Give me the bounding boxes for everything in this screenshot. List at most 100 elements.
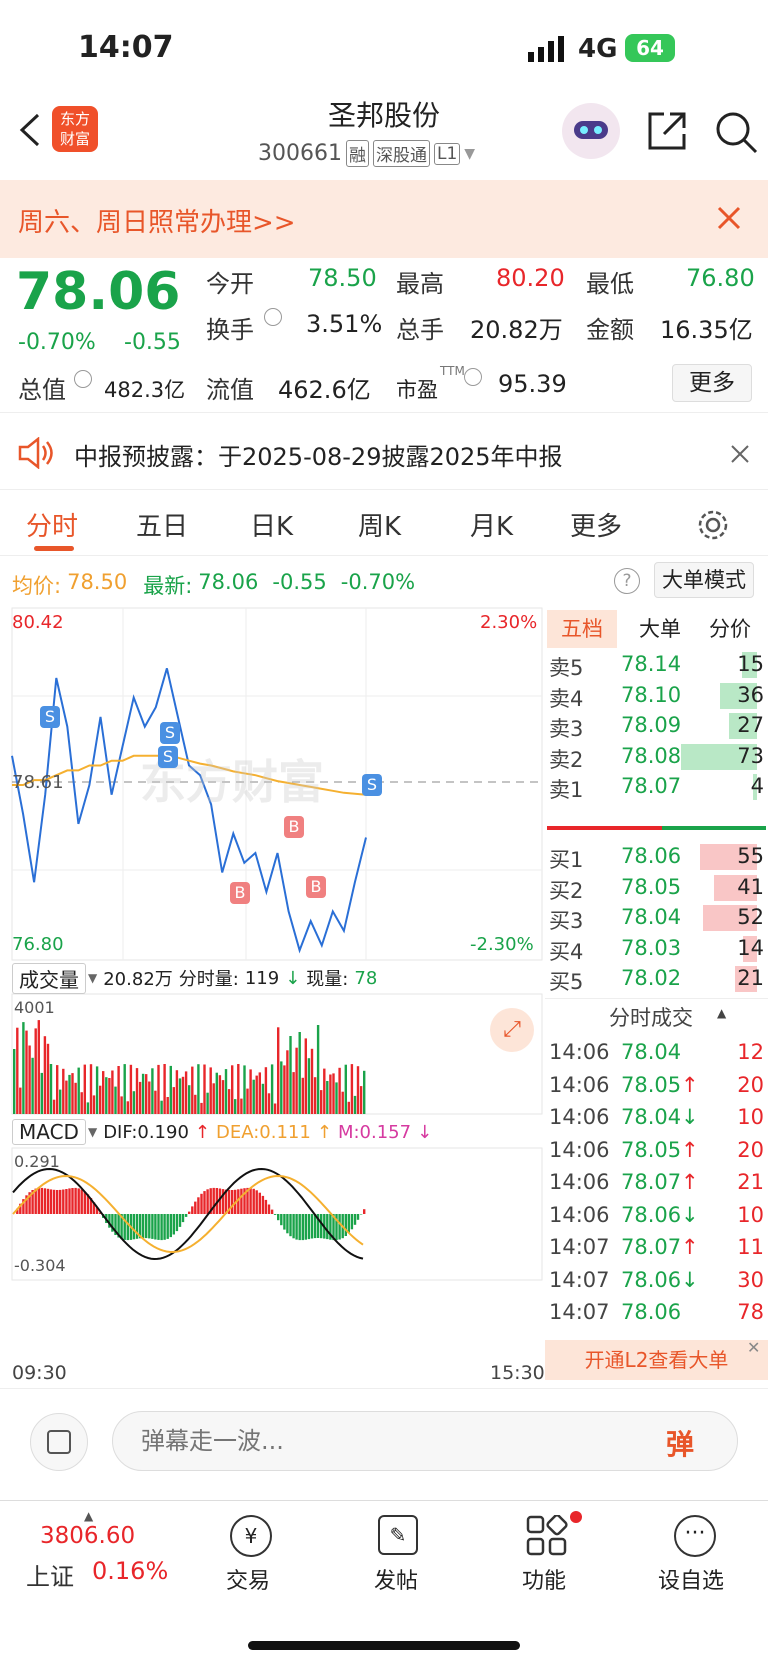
volume-bar bbox=[43, 1036, 47, 1114]
more-button[interactable]: 更多 bbox=[672, 364, 752, 402]
nav-trade[interactable]: 交易 bbox=[226, 1563, 270, 1595]
help-icon[interactable]: ? bbox=[614, 568, 640, 594]
trade-icon[interactable]: ¥ bbox=[230, 1515, 272, 1557]
close-icon[interactable] bbox=[731, 445, 749, 463]
level-label: 买5 bbox=[549, 970, 584, 994]
nav-post[interactable]: 发帖 bbox=[374, 1563, 418, 1595]
info-icon[interactable] bbox=[464, 368, 482, 386]
tab-five-day[interactable]: 五日 bbox=[136, 506, 188, 543]
volume-bar bbox=[123, 1064, 126, 1114]
volume-bar bbox=[338, 1067, 341, 1114]
volume-bar bbox=[34, 1028, 37, 1114]
volume-bar bbox=[138, 1081, 142, 1114]
macd-bar bbox=[83, 1191, 86, 1214]
level-price: 78.06 bbox=[621, 844, 682, 868]
pe-sup: TTM bbox=[440, 364, 465, 378]
danmu-settings-icon[interactable] bbox=[30, 1413, 88, 1471]
big-order-mode-button[interactable]: 大单模式 bbox=[654, 562, 754, 598]
volume-bar bbox=[188, 1085, 191, 1114]
info-icon[interactable] bbox=[74, 370, 92, 388]
macd-bar bbox=[40, 1187, 43, 1214]
promo-banner[interactable]: 周六、周日照常办理>> bbox=[0, 180, 768, 258]
close-icon[interactable]: ✕ bbox=[747, 1338, 760, 1357]
volume-bar bbox=[114, 1086, 117, 1114]
buy-marker[interactable]: B bbox=[284, 816, 304, 838]
chevron-down-icon[interactable]: ▼ bbox=[88, 1125, 97, 1139]
l2-upgrade-button[interactable]: 开通L2查看大单 bbox=[545, 1340, 768, 1380]
macd-bar bbox=[280, 1214, 283, 1226]
volume-bar bbox=[65, 1080, 68, 1114]
macd-bar bbox=[298, 1214, 301, 1241]
index-pct[interactable]: 0.16% bbox=[92, 1557, 168, 1585]
volume-bar bbox=[92, 1095, 96, 1114]
edit-icon[interactable]: ✎ bbox=[378, 1515, 418, 1555]
trade-row: 14:06 78.05 ↑ 20 bbox=[545, 1136, 768, 1170]
clock: 14:07 bbox=[78, 30, 174, 65]
volume-bar bbox=[298, 1032, 301, 1114]
volume-selector[interactable]: 成交量 bbox=[12, 962, 86, 994]
tab-more[interactable]: 更多 bbox=[570, 506, 622, 543]
macd-bar bbox=[240, 1188, 243, 1214]
notice-text[interactable]: 中报预披露：于2025-08-29披露2025年中报 bbox=[74, 437, 563, 472]
order-level-row[interactable]: 卖1 78.07 4 bbox=[545, 772, 768, 804]
order-level-row[interactable]: 买3 78.04 52 bbox=[545, 903, 768, 935]
macd-bars bbox=[12, 1167, 366, 1261]
settings-gear-icon[interactable] bbox=[696, 508, 730, 542]
tab-intraday[interactable]: 分时 bbox=[26, 506, 78, 543]
amount-label: 金额 bbox=[586, 316, 634, 344]
tag-level: L1 bbox=[433, 142, 461, 165]
level-volume: 41 bbox=[737, 874, 764, 899]
index-value[interactable]: 3806.60 bbox=[40, 1523, 135, 1549]
chart-svg[interactable] bbox=[0, 606, 545, 1386]
close-icon[interactable] bbox=[717, 206, 741, 230]
tick-value: 119 bbox=[244, 967, 280, 989]
info-icon[interactable] bbox=[264, 308, 282, 326]
chevron-down-icon[interactable]: ▼ bbox=[464, 146, 475, 162]
chevron-up-icon[interactable]: ▲ bbox=[717, 1006, 726, 1020]
sell-marker[interactable]: S bbox=[160, 722, 180, 744]
nav-function[interactable]: 功能 bbox=[522, 1563, 566, 1595]
tab-five-levels[interactable]: 五档 bbox=[547, 610, 617, 648]
notice-bar[interactable]: 中报预披露：于2025-08-29披露2025年中报 bbox=[0, 412, 768, 490]
macd-selector[interactable]: MACD bbox=[12, 1119, 86, 1145]
buy-marker[interactable]: B bbox=[230, 882, 250, 904]
assistant-avatar[interactable] bbox=[562, 103, 620, 159]
order-level-row[interactable]: 买2 78.05 41 bbox=[545, 873, 768, 905]
more-dots-icon[interactable]: ··· bbox=[674, 1515, 716, 1557]
buy-marker[interactable]: B bbox=[306, 876, 326, 898]
danmu-input[interactable] bbox=[112, 1411, 738, 1471]
banner-text[interactable]: 周六、周日照常办理>> bbox=[18, 202, 296, 239]
level-volume: 15 bbox=[737, 652, 764, 676]
tab-big-orders[interactable]: 大单 bbox=[625, 610, 695, 648]
sell-marker[interactable]: S bbox=[362, 774, 382, 796]
chevron-down-icon[interactable]: ▼ bbox=[88, 971, 97, 985]
tab-monthly-k[interactable]: 月K bbox=[470, 506, 513, 543]
order-level-row[interactable]: 卖5 78.14 15 bbox=[545, 650, 768, 682]
tab-daily-k[interactable]: 日K bbox=[250, 506, 293, 543]
sell-marker[interactable]: S bbox=[40, 706, 60, 728]
level-price: 78.02 bbox=[621, 966, 682, 990]
macd-bar bbox=[194, 1201, 197, 1214]
order-level-row[interactable]: 买1 78.06 55 bbox=[545, 842, 768, 874]
order-level-row[interactable]: 卖3 78.09 27 bbox=[545, 711, 768, 743]
nav-watchlist[interactable]: 设自选 bbox=[658, 1563, 724, 1595]
sell-marker[interactable]: S bbox=[158, 746, 178, 768]
time-start: 09:30 bbox=[12, 1362, 67, 1384]
expand-icon[interactable]: ⤢ bbox=[490, 1008, 534, 1052]
share-icon[interactable] bbox=[646, 110, 688, 152]
trades-title[interactable]: 分时成交 bbox=[609, 1002, 693, 1032]
order-level-row[interactable]: 卖2 78.08 73 bbox=[545, 742, 768, 774]
volume-bar bbox=[111, 1070, 114, 1114]
index-name[interactable]: 上证 bbox=[26, 1557, 74, 1592]
apps-grid-icon[interactable] bbox=[526, 1515, 568, 1557]
order-level-row[interactable]: 买4 78.03 14 bbox=[545, 934, 768, 966]
tab-price-dist[interactable]: 分价 bbox=[695, 610, 765, 648]
danmu-send-button[interactable]: 弹 bbox=[666, 1423, 694, 1463]
order-level-row[interactable]: 卖4 78.10 36 bbox=[545, 681, 768, 713]
macd-bar bbox=[141, 1214, 145, 1238]
order-level-row[interactable]: 买5 78.02 21 bbox=[545, 964, 768, 996]
tab-weekly-k[interactable]: 周K bbox=[358, 506, 401, 543]
search-icon[interactable] bbox=[714, 110, 758, 154]
intraday-chart[interactable]: 东方财富 80.42 76.80 78.61 2.30% -2.30% S S … bbox=[0, 606, 545, 1386]
macd-bar bbox=[184, 1214, 188, 1217]
